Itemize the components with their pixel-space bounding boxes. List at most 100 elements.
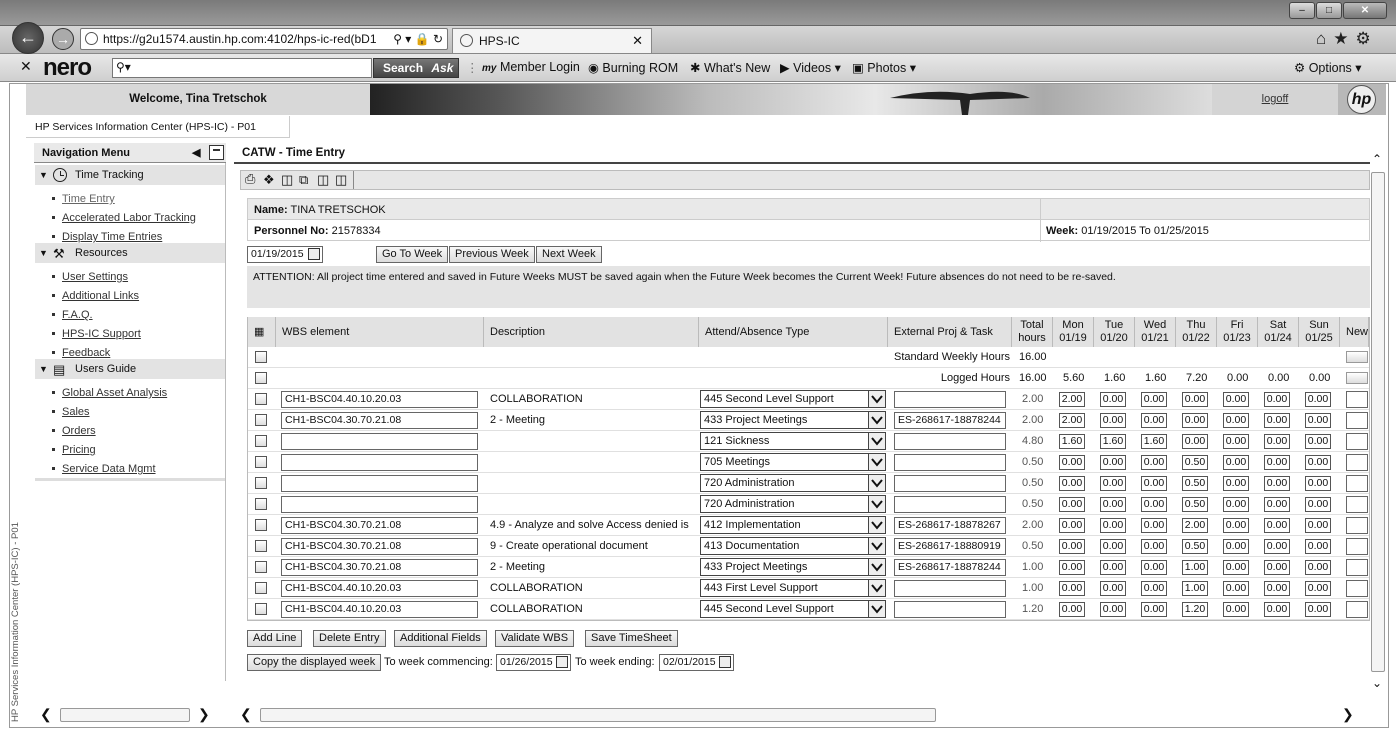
nav-scroll-right-icon[interactable]: ❯ xyxy=(198,706,210,723)
nav-section-resources[interactable]: ▼ ⚒ Resources xyxy=(35,243,225,263)
member-login-item[interactable]: my Member Login xyxy=(482,60,580,74)
nav-item-time-entry[interactable]: Time Entry xyxy=(62,193,115,205)
day-hours-input[interactable]: 0.50 xyxy=(1182,455,1208,470)
new-hours-input[interactable] xyxy=(1346,601,1368,618)
wbs-input[interactable]: CH1-BSC04.30.70.21.08 xyxy=(281,559,478,576)
table-settings-icon[interactable]: ▦ xyxy=(254,326,264,338)
nav-item-user-settings[interactable]: User Settings xyxy=(62,271,128,283)
row-checkbox[interactable] xyxy=(255,498,267,510)
week-date-input[interactable]: 01/19/2015 xyxy=(247,246,323,263)
nav-section-users-guide[interactable]: ▼ ▤ Users Guide xyxy=(35,359,225,379)
go-to-week-button[interactable]: Go To Week xyxy=(376,246,449,263)
nav-item-sales[interactable]: Sales xyxy=(62,406,90,418)
scroll-right-icon[interactable]: ❯ xyxy=(1342,706,1354,723)
new-hours-input[interactable] xyxy=(1346,580,1368,597)
day-hours-input[interactable]: 0.00 xyxy=(1059,602,1085,617)
close-toolbar-icon[interactable]: ✕ xyxy=(20,58,32,75)
new-hours-input[interactable] xyxy=(1346,454,1368,471)
chevron-down-icon[interactable] xyxy=(868,412,885,428)
day-hours-input[interactable]: 0.00 xyxy=(1141,518,1167,533)
wbs-input[interactable] xyxy=(281,433,478,450)
day-hours-input[interactable]: 0.00 xyxy=(1305,413,1331,428)
day-hours-input[interactable]: 0.00 xyxy=(1264,413,1290,428)
nav-item-faq[interactable]: F.A.Q. xyxy=(62,309,93,321)
day-hours-input[interactable]: 0.00 xyxy=(1264,581,1290,596)
day-hours-input[interactable]: 0.00 xyxy=(1182,413,1208,428)
attend-type-select[interactable]: 413 Documentation xyxy=(700,537,886,555)
day-hours-input[interactable]: 0.00 xyxy=(1100,602,1126,617)
back-button[interactable]: ← xyxy=(12,22,44,54)
burning-rom-item[interactable]: ◉ Burning ROM xyxy=(588,60,678,75)
wbs-input[interactable]: CH1-BSC04.40.10.20.03 xyxy=(281,391,478,408)
nav-item-accelerated-labor-tracking[interactable]: Accelerated Labor Tracking xyxy=(62,212,196,224)
day-hours-input[interactable]: 0.00 xyxy=(1305,455,1331,470)
day-hours-input[interactable]: 0.00 xyxy=(1223,476,1249,491)
row-checkbox[interactable] xyxy=(255,393,267,405)
day-hours-input[interactable]: 1.20 xyxy=(1182,602,1208,617)
new-cell[interactable] xyxy=(1346,372,1368,384)
day-hours-input[interactable]: 0.00 xyxy=(1305,434,1331,449)
row-checkbox[interactable] xyxy=(255,477,267,489)
wbs-input[interactable] xyxy=(281,454,478,471)
attend-type-select[interactable]: 705 Meetings xyxy=(700,453,886,471)
chevron-down-icon[interactable] xyxy=(868,580,885,596)
day-hours-input[interactable]: 0.00 xyxy=(1141,602,1167,617)
nav-horizontal-scrollbar[interactable]: ❮ ❯ xyxy=(34,706,226,724)
scroll-up-icon[interactable]: ⌃ xyxy=(1372,152,1382,166)
day-hours-input[interactable]: 0.00 xyxy=(1100,476,1126,491)
day-hours-input[interactable]: 2.00 xyxy=(1182,518,1208,533)
copy-week-button[interactable]: Copy the displayed week xyxy=(247,654,382,671)
calendar-icon[interactable] xyxy=(719,656,731,668)
day-hours-input[interactable]: 0.00 xyxy=(1305,539,1331,554)
new-hours-input[interactable] xyxy=(1346,412,1368,429)
nav-item-feedback[interactable]: Feedback xyxy=(62,347,110,359)
row-checkbox[interactable] xyxy=(255,561,267,573)
day-hours-input[interactable]: 0.00 xyxy=(1264,518,1290,533)
favorites-star-icon[interactable]: ★ xyxy=(1333,29,1355,48)
day-hours-input[interactable]: 0.00 xyxy=(1141,476,1167,491)
day-hours-input[interactable]: 0.00 xyxy=(1141,413,1167,428)
new-hours-input[interactable] xyxy=(1346,559,1368,576)
chevron-down-icon[interactable] xyxy=(868,601,885,617)
nav-item-pricing[interactable]: Pricing xyxy=(62,444,96,456)
validate-wbs-button[interactable]: Validate WBS xyxy=(495,630,575,647)
day-hours-input[interactable]: 0.50 xyxy=(1182,497,1208,512)
tab-hps-ic[interactable]: HPS-IC ✕ xyxy=(452,28,652,53)
nav-scroll-left-icon[interactable]: ❮ xyxy=(40,706,52,723)
videos-item[interactable]: ▶ Videos ▾ xyxy=(780,60,841,75)
day-hours-input[interactable]: 1.60 xyxy=(1059,434,1085,449)
day-hours-input[interactable]: 0.00 xyxy=(1141,455,1167,470)
wbs-input[interactable]: CH1-BSC04.30.70.21.08 xyxy=(281,517,478,534)
print-icon[interactable]: ⎙ xyxy=(245,171,255,187)
delete-entry-button[interactable]: Delete Entry xyxy=(313,630,386,647)
day-hours-input[interactable]: 0.50 xyxy=(1182,476,1208,491)
photos-item[interactable]: ▣ Photos ▾ xyxy=(852,60,916,75)
nav-scroll-thumb[interactable] xyxy=(60,708,190,722)
calendar-icon[interactable] xyxy=(308,248,320,260)
external-proj-input[interactable]: ES-268617-18878267 xyxy=(894,517,1006,534)
attend-type-select[interactable]: 445 Second Level Support xyxy=(700,600,886,618)
vertical-scrollbar[interactable]: ⌃ ⌄ xyxy=(1370,150,1386,695)
nav-item-display-time-entries[interactable]: Display Time Entries xyxy=(62,231,162,243)
external-proj-input[interactable] xyxy=(894,475,1006,492)
row-checkbox[interactable] xyxy=(255,582,267,594)
chevron-down-icon[interactable] xyxy=(868,475,885,491)
whats-new-item[interactable]: ✱ What's New xyxy=(690,60,770,75)
row-checkbox[interactable] xyxy=(255,435,267,447)
next-week-button[interactable]: Next Week xyxy=(536,246,602,263)
minimize-button[interactable]: – xyxy=(1289,2,1315,19)
scroll-left-icon[interactable]: ❮ xyxy=(240,706,252,723)
row-checkbox[interactable] xyxy=(255,372,267,384)
day-hours-input[interactable]: 0.00 xyxy=(1223,413,1249,428)
day-hours-input[interactable]: 0.00 xyxy=(1264,539,1290,554)
options-item[interactable]: ⚙ Options ▾ xyxy=(1294,60,1362,75)
wbs-input[interactable]: CH1-BSC04.30.70.21.08 xyxy=(281,412,478,429)
day-hours-input[interactable]: 0.00 xyxy=(1100,539,1126,554)
nav-item-service-data-mgmt[interactable]: Service Data Mgmt xyxy=(62,463,156,475)
day-hours-input[interactable]: 0.00 xyxy=(1223,518,1249,533)
address-tools-icon[interactable]: ⚲ ▾ 🔒 ↻ xyxy=(390,29,443,49)
chevron-down-icon[interactable] xyxy=(868,559,885,575)
day-hours-input[interactable]: 0.00 xyxy=(1141,560,1167,575)
wbs-input[interactable]: CH1-BSC04.30.70.21.08 xyxy=(281,538,478,555)
day-hours-input[interactable]: 1.60 xyxy=(1100,434,1126,449)
